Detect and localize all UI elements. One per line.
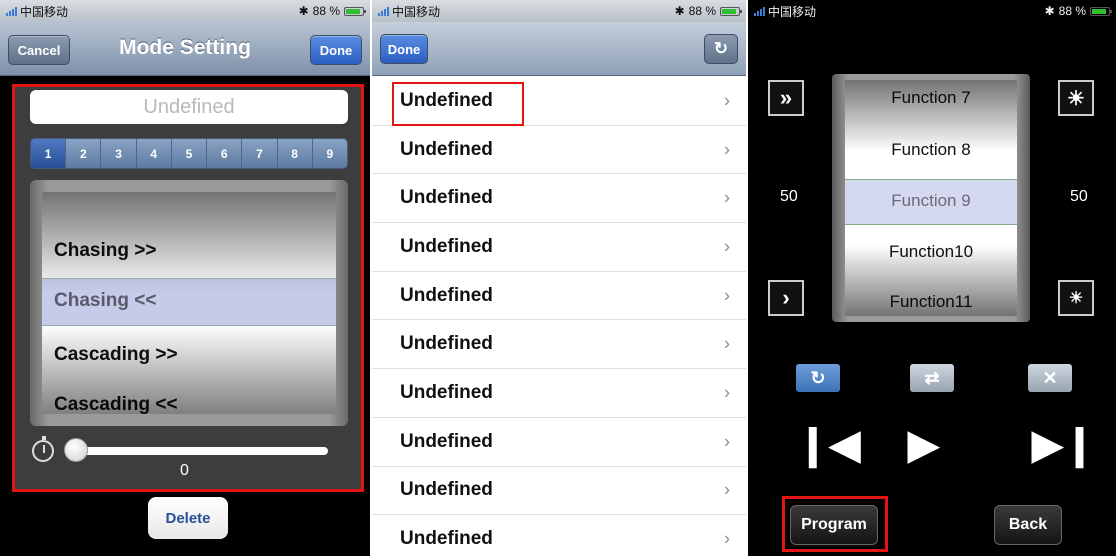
speed-slider-knob[interactable] <box>64 438 88 462</box>
list-item-label: Undefined <box>400 479 493 501</box>
speed-slider-track[interactable] <box>66 447 328 455</box>
next-icon[interactable]: ▶❙ <box>1032 420 1096 470</box>
back-button[interactable]: Back <box>994 505 1062 545</box>
chevron-right-icon: › <box>724 285 730 306</box>
bluetooth-icon: ✱ <box>674 4 685 18</box>
refresh-icon[interactable]: ↻ <box>704 34 738 64</box>
carrier-label: 中国移动 <box>20 4 69 19</box>
speed-slow-icon[interactable]: › <box>768 280 804 316</box>
picker-wheel[interactable]: Chasing >> Chasing << Cascading >> Casca… <box>42 192 336 414</box>
segment-1[interactable]: 1 <box>31 139 67 168</box>
list-item-label: Undefined <box>400 528 493 550</box>
stopwatch-icon <box>32 436 54 462</box>
chevron-right-icon: › <box>724 333 730 354</box>
list-item-label: Undefined <box>400 138 493 160</box>
play-icon[interactable]: ▶ <box>908 420 939 470</box>
list-item[interactable]: Undefined › <box>372 223 746 272</box>
mode-setting-screen: 中国移动 ✱ 88 % Cancel Mode Setting Done Und… <box>0 0 370 556</box>
carrier-label: 中国移动 <box>392 4 441 19</box>
picker-item[interactable]: Cascading >> <box>54 344 178 366</box>
status-bar: 中国移动 ✱ 88 % <box>372 0 746 22</box>
list-item-label: Undefined <box>400 333 493 355</box>
battery-percent: 88 % <box>1058 4 1086 18</box>
done-button[interactable]: Done <box>380 34 428 64</box>
chevron-right-icon: › <box>724 90 730 111</box>
chevron-right-icon: › <box>724 479 730 500</box>
speed-fast-icon[interactable]: » <box>768 80 804 116</box>
segment-8[interactable]: 8 <box>278 139 313 168</box>
list-item-label: Undefined <box>400 430 493 452</box>
segment-4[interactable]: 4 <box>137 139 172 168</box>
repeat-icon[interactable]: ⇄ <box>910 364 954 392</box>
navigation-bar: Done ↻ <box>372 22 746 76</box>
program-highlight-box <box>782 496 888 552</box>
picker-item-selected[interactable]: Function 9 <box>845 191 1017 211</box>
segment-2[interactable]: 2 <box>66 139 102 168</box>
navigation-bar: Cancel Mode Setting Done <box>0 22 370 76</box>
segment-6[interactable]: 6 <box>207 139 243 168</box>
speed-value: 0 <box>180 462 189 479</box>
mode-list-screen: 中国移动 ✱ 88 % Done ↻ Undefined › Undefined ›… <box>372 0 746 556</box>
speed-value: 50 <box>780 188 798 205</box>
function-picker[interactable]: Function 7 Function 8 Function 9 Functio… <box>832 74 1030 322</box>
player-screen: 中国移动 ✱ 88 % » › ☀ ☀ 50 50 Function 7 Fun… <box>748 0 1116 556</box>
list-item-label: Undefined <box>400 381 493 403</box>
chevron-right-icon: › <box>724 236 730 257</box>
list-item[interactable]: Undefined › <box>372 126 746 175</box>
picker-item-selected[interactable]: Chasing << <box>54 290 156 312</box>
list-item[interactable]: Undefined › <box>372 418 746 467</box>
battery-percent: 88 % <box>312 4 340 18</box>
brightness-up-icon[interactable]: ☀ <box>1058 80 1094 116</box>
list-item-label: Undefined <box>400 284 493 306</box>
chevron-right-icon: › <box>724 431 730 452</box>
mode-picker[interactable]: Chasing >> Chasing << Cascading >> Casca… <box>30 180 348 426</box>
picker-item[interactable]: Function11 <box>845 292 1017 312</box>
segment-9[interactable]: 9 <box>313 139 347 168</box>
list-item[interactable]: Undefined › <box>372 369 746 418</box>
status-bar: 中国移动 ✱ 88 % <box>0 0 370 22</box>
list-item[interactable]: Undefined › <box>372 272 746 321</box>
brightness-value: 50 <box>1070 188 1088 205</box>
picker-wheel[interactable]: Function 7 Function 8 Function 9 Functio… <box>845 80 1017 316</box>
chevron-right-icon: › <box>724 382 730 403</box>
signal-icon <box>6 6 17 16</box>
list-item[interactable]: Undefined › <box>372 174 746 224</box>
segment-7[interactable]: 7 <box>242 139 278 168</box>
segment-3[interactable]: 3 <box>101 139 137 168</box>
battery-icon <box>720 6 742 16</box>
status-bar: 中国移动 ✱ 88 % <box>748 0 1116 22</box>
picker-item[interactable]: Chasing >> <box>54 240 156 262</box>
chevron-right-icon: › <box>724 139 730 160</box>
list-item-label: Undefined <box>400 187 493 209</box>
chevron-right-icon: › <box>724 187 730 208</box>
shuffle-icon[interactable]: ✕ <box>1028 364 1072 392</box>
list-item[interactable]: Undefined › <box>372 320 746 370</box>
step-segmented-control: 1 2 3 4 5 6 7 8 9 <box>30 138 348 169</box>
battery-icon <box>344 6 366 16</box>
first-row-highlight-box <box>392 82 524 126</box>
list-item-label: Undefined <box>400 235 493 257</box>
picker-item[interactable]: Cascading << <box>54 394 178 414</box>
done-button[interactable]: Done <box>310 35 362 65</box>
list-item[interactable]: Undefined › <box>372 515 746 556</box>
repeat-one-icon[interactable]: ↻ <box>796 364 840 392</box>
carrier-label: 中国移动 <box>768 4 817 19</box>
signal-icon <box>378 6 389 16</box>
previous-icon[interactable]: ❙◀ <box>796 420 860 470</box>
list-item[interactable]: Undefined › <box>372 467 746 516</box>
bluetooth-icon: ✱ <box>298 4 309 18</box>
signal-icon <box>754 6 765 16</box>
picker-item[interactable]: Function 8 <box>845 140 1017 160</box>
picker-item[interactable]: Function10 <box>845 242 1017 262</box>
battery-icon <box>1090 6 1112 16</box>
chevron-right-icon: › <box>724 528 730 549</box>
bluetooth-icon: ✱ <box>1044 4 1055 18</box>
mode-name-field[interactable]: Undefined <box>30 90 348 124</box>
brightness-down-icon[interactable]: ☀ <box>1058 280 1094 316</box>
segment-5[interactable]: 5 <box>172 139 208 168</box>
mode-list: Undefined › Undefined › Undefined › Undefin… <box>372 77 746 556</box>
delete-button[interactable]: Delete <box>148 497 228 539</box>
picker-item[interactable]: Function 7 <box>845 88 1017 108</box>
battery-percent: 88 % <box>688 4 716 18</box>
